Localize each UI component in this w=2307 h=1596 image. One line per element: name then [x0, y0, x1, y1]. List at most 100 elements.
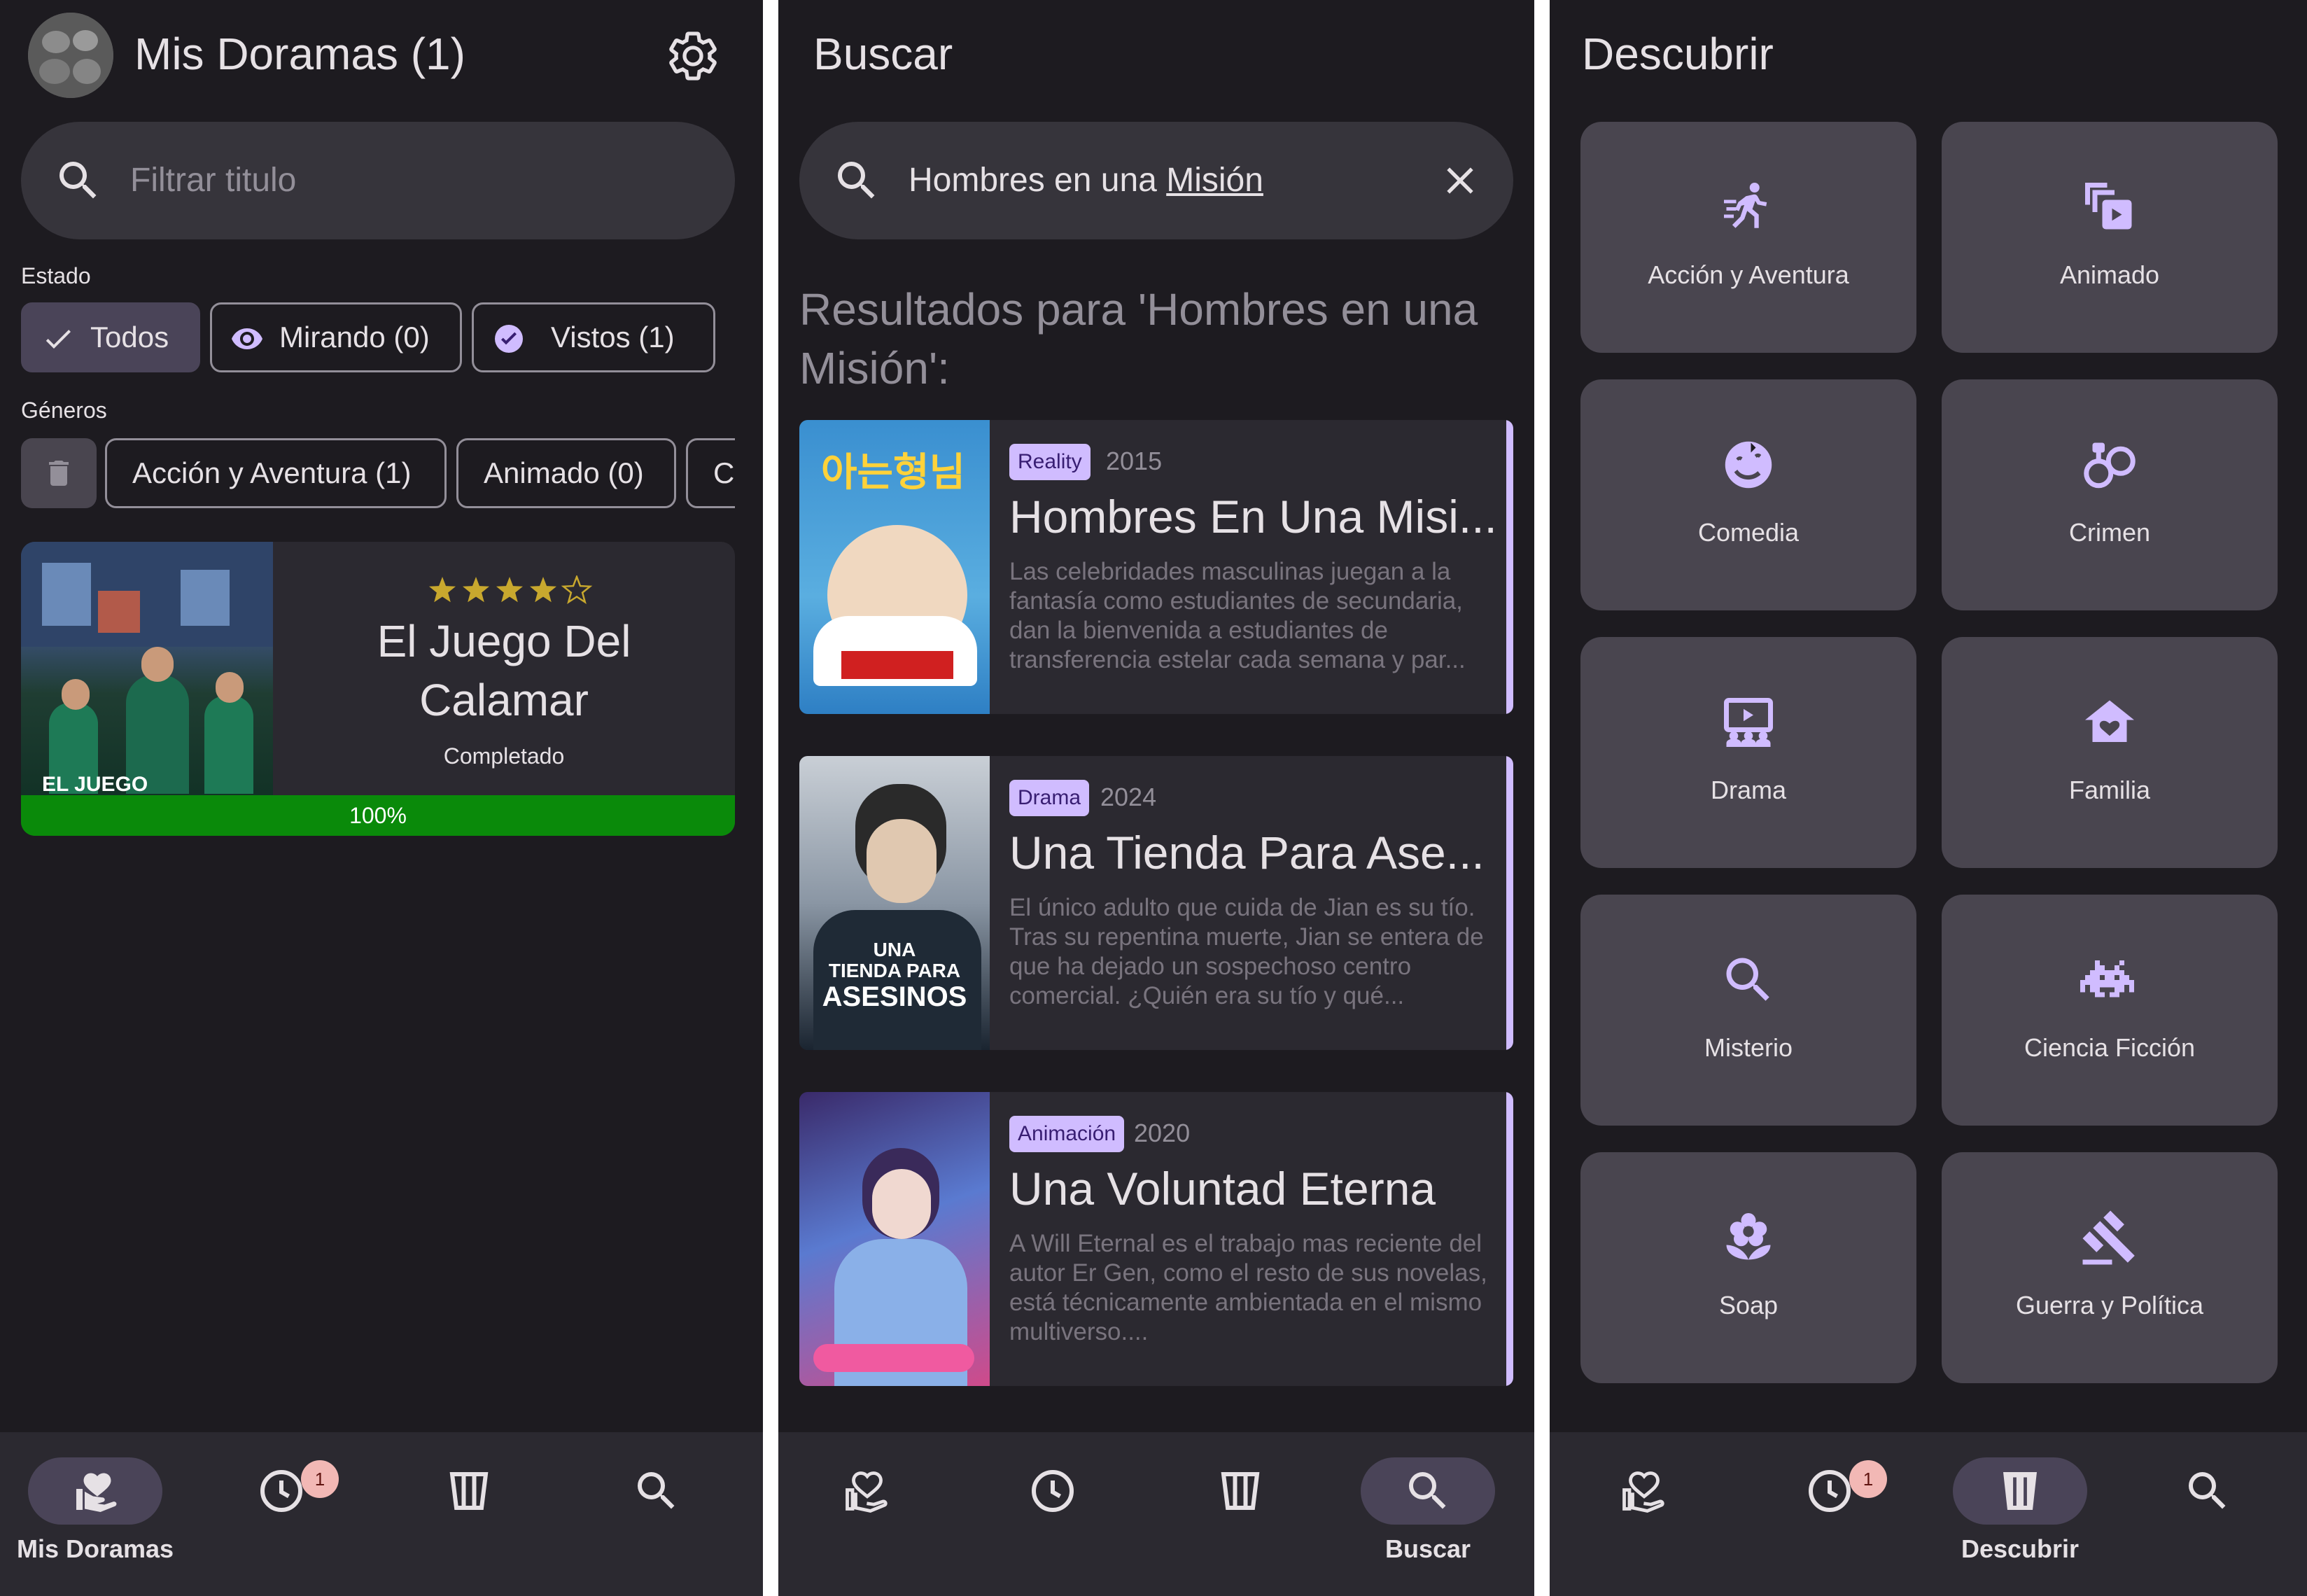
bottom-nav: 1 Descubrir: [1550, 1432, 2307, 1596]
result-title: Una Tienda Para Ase...: [1009, 827, 1485, 878]
poster-text: 아는형님: [820, 450, 966, 494]
space-invader-icon: [2080, 960, 2134, 997]
search-query-underlined: Misión: [1166, 162, 1263, 199]
gavel-icon: [2082, 1210, 2135, 1265]
genre-label: Drama: [1710, 776, 1787, 804]
chip-genre-animado-label: Animado (0): [484, 456, 644, 489]
genre-tile-animado[interactable]: Animado: [1942, 122, 2278, 353]
nav-buscar[interactable]: Buscar: [1344, 1432, 1512, 1596]
nav-history[interactable]: 1: [197, 1432, 365, 1596]
genre-tile-misterio[interactable]: Misterio: [1580, 895, 1916, 1126]
nav-buscar[interactable]: [2124, 1432, 2292, 1596]
check-circle-icon: [495, 325, 523, 353]
results-heading-line1: Resultados para 'Hombres en una: [799, 284, 1478, 335]
library-card[interactable]: EL JUEGO El Juego Del Calamar Completado…: [21, 542, 735, 836]
search-icon: [2189, 1472, 2226, 1509]
columns-icon: [449, 1472, 489, 1510]
check-icon: [45, 330, 71, 349]
avatar[interactable]: [28, 13, 113, 98]
card-title-line1: El Juego Del: [377, 616, 631, 666]
year: 2020: [1134, 1119, 1191, 1147]
result-title: Una Voluntad Eterna: [1009, 1163, 1436, 1214]
search-icon: [838, 162, 875, 199]
result-card[interactable]: 아는형님 Reality 2015 Hombres En Una Misi...…: [799, 420, 1513, 714]
result-description: Las celebridades masculinas juegan a la …: [1009, 558, 1466, 673]
search-icon: [59, 162, 97, 199]
genre-label: Misterio: [1704, 1033, 1793, 1062]
genre-label: Soap: [1718, 1291, 1779, 1320]
nav-descubrir[interactable]: [385, 1432, 553, 1596]
search-icon: [638, 1472, 675, 1509]
genre-tile-drama[interactable]: Drama: [1580, 637, 1916, 868]
star-filled: [530, 577, 556, 603]
chip-mirando-label: Mirando (0): [279, 321, 430, 354]
nav-mis-doramas[interactable]: [781, 1432, 949, 1596]
chip-genre-animado[interactable]: Animado (0): [456, 438, 676, 508]
chip-todos[interactable]: Todos: [21, 302, 200, 372]
close-icon[interactable]: [1438, 158, 1482, 203]
search-screen: Buscar Hombres en una Misión Resultados …: [778, 0, 1534, 1596]
card-accent: [1506, 1092, 1513, 1386]
nav-descubrir[interactable]: [1156, 1432, 1324, 1596]
nav-mis-doramas[interactable]: [1558, 1432, 1726, 1596]
chip-vistos[interactable]: Vistos (1): [472, 302, 715, 372]
nav-buscar[interactable]: [573, 1432, 741, 1596]
nav-mis-doramas[interactable]: Mis Doramas: [11, 1432, 179, 1596]
search-input[interactable]: Hombres en una Misión: [909, 157, 1263, 204]
page-title: Mis Doramas (1): [134, 29, 465, 79]
bottom-nav: Buscar: [778, 1432, 1534, 1596]
clear-genres-button[interactable]: [21, 438, 97, 508]
genre-tile-familia[interactable]: Familia: [1942, 637, 2278, 868]
genre-tile-crimen[interactable]: Crimen: [1942, 379, 2278, 610]
result-card[interactable]: Animación 2020 Una Voluntad Eterna A Wil…: [799, 1092, 1513, 1386]
genre-label: Comedia: [1697, 518, 1800, 547]
poster-image: EL JUEGO: [21, 542, 273, 795]
card-accent: [1506, 420, 1513, 714]
star-filled: [463, 577, 489, 603]
nav-label: Mis Doramas: [16, 1534, 174, 1563]
genre-tile-ciencia-ficcion[interactable]: Ciencia Ficción: [1942, 895, 2278, 1126]
notification-badge: 1: [301, 1460, 339, 1498]
genre-tile-soap[interactable]: Soap: [1580, 1152, 1916, 1383]
nav-descubrir[interactable]: Descubrir: [1936, 1432, 2104, 1596]
eye-icon: [232, 328, 262, 349]
search-bar[interactable]: Hombres en una Misión: [799, 122, 1513, 239]
star-filled: [429, 577, 456, 603]
chip-genre-accion[interactable]: Acción y Aventura (1): [105, 438, 447, 508]
card-title: El Juego Del Calamar: [273, 612, 735, 729]
bottom-nav: Mis Doramas 1: [0, 1432, 763, 1596]
nav-history[interactable]: 1: [1746, 1432, 1914, 1596]
poster-text-line2: TIENDA PARA: [828, 960, 961, 981]
settings-button[interactable]: [665, 28, 721, 84]
genre-tile-comedia[interactable]: Comedia: [1580, 379, 1916, 610]
page-title: Buscar: [813, 29, 953, 79]
genre-tile-guerra[interactable]: Guerra y Política: [1942, 1152, 2278, 1383]
columns-icon: [1221, 1472, 1260, 1510]
nav-label: Buscar: [1384, 1534, 1471, 1563]
nav-history[interactable]: [969, 1432, 1137, 1596]
search-query-text: Hombres en una: [909, 162, 1167, 199]
result-card[interactable]: UNA TIENDA PARA ASESINOS Drama 2024 Una …: [799, 756, 1513, 1050]
chip-todos-label: Todos: [90, 321, 169, 354]
theater-icon: [1724, 698, 1773, 747]
result-poster: 아는형님: [799, 420, 990, 714]
progress-label: 100%: [349, 803, 407, 828]
results-heading-line2: Misión':: [799, 343, 950, 393]
star-empty: [561, 574, 593, 605]
filter-input[interactable]: Filtrar titulo: [130, 157, 296, 204]
heart-hand-icon: [846, 1471, 888, 1513]
genre-label: Ciencia Ficción: [2024, 1033, 2196, 1062]
my-doramas-screen: Mis Doramas (1) Filtrar titulo Estado To…: [0, 0, 763, 1596]
comedy-icon: [1725, 441, 1772, 489]
chip-mirando[interactable]: Mirando (0): [210, 302, 462, 372]
genre-label: Guerra y Política: [2015, 1291, 2204, 1320]
gear-icon: [669, 31, 717, 80]
chip-genre-accion-label: Acción y Aventura (1): [132, 456, 412, 489]
chip-vistos-label: Vistos (1): [551, 321, 675, 354]
history-icon: [1809, 1470, 1851, 1512]
chip-row-mask: [735, 434, 763, 512]
results-heading: Resultados para 'Hombres en una Misión':: [799, 280, 1527, 398]
filter-search-bar[interactable]: Filtrar titulo: [21, 122, 735, 239]
genre-tile-accion[interactable]: Acción y Aventura: [1580, 122, 1916, 353]
rating-stars: [427, 574, 595, 606]
